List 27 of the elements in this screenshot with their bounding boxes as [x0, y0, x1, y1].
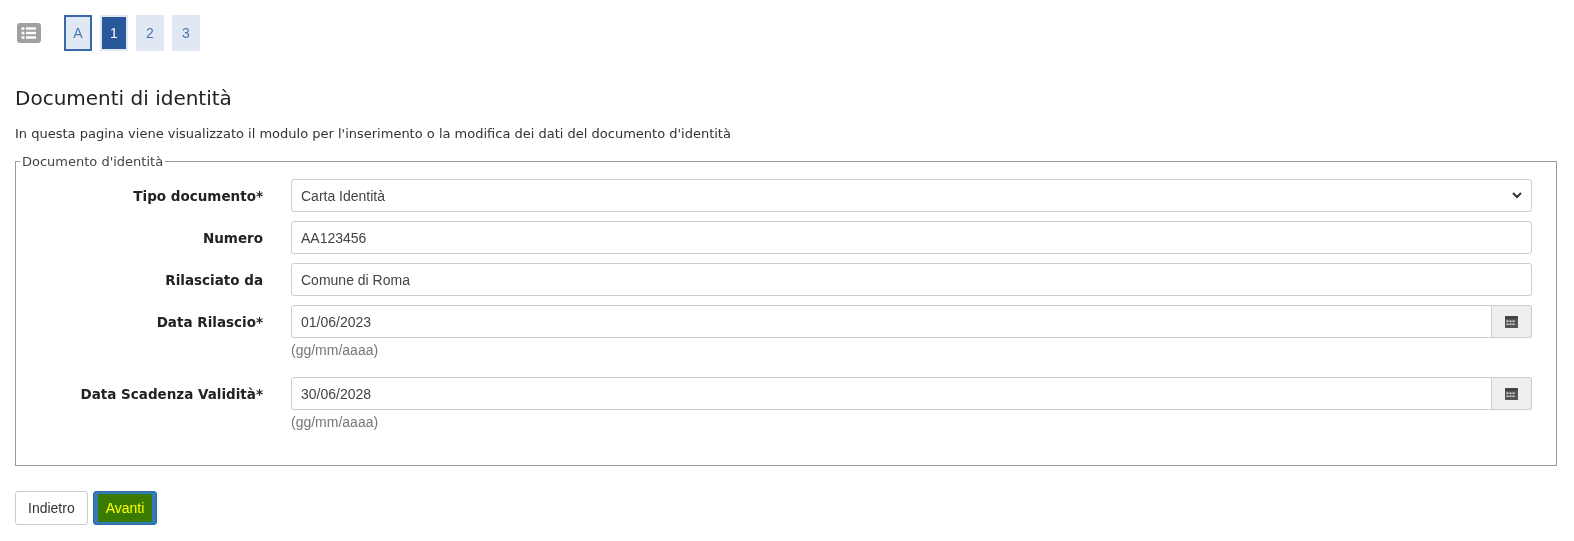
page-description: In questa pagina viene visualizzato il modulo per l'inserimento o la modifica dei dati del documento d'identità [15, 126, 732, 141]
calendar-icon [1505, 315, 1518, 328]
field-label: Data Scadenza Validità* [79, 385, 264, 404]
calendar-icon [1505, 387, 1518, 400]
field-label: Tipo documento* [132, 187, 264, 206]
format-hint: (gg/mm/aaaa) [291, 414, 380, 430]
step-tab[interactable]: 1 [100, 15, 128, 51]
field-label: Numero [201, 229, 264, 248]
field-label: Rilasciato da [164, 271, 264, 290]
input-field[interactable]: Comune di Roma [291, 263, 1532, 296]
calendar-button[interactable] [1492, 377, 1532, 410]
list-icon[interactable] [17, 23, 41, 43]
page-title: Documenti di identità [15, 86, 233, 110]
field-label: Data Rilascio* [155, 313, 264, 332]
date-field[interactable]: 01/06/2023 [291, 305, 1492, 338]
back-button[interactable]: Indietro [15, 491, 88, 525]
date-field[interactable]: 30/06/2028 [291, 377, 1492, 410]
select-field[interactable]: Carta Identità [291, 179, 1532, 212]
calendar-button[interactable] [1492, 305, 1532, 338]
input-field[interactable]: AA123456 [291, 221, 1532, 254]
step-tab[interactable]: A [64, 15, 92, 51]
step-tab[interactable]: 3 [172, 15, 200, 51]
panel-legend: Documento d'identità [20, 154, 166, 169]
next-button[interactable]: Avanti [92, 491, 158, 525]
format-hint: (gg/mm/aaaa) [291, 342, 380, 358]
chevron-down-icon [1512, 192, 1522, 199]
step-tab[interactable]: 2 [136, 15, 164, 51]
